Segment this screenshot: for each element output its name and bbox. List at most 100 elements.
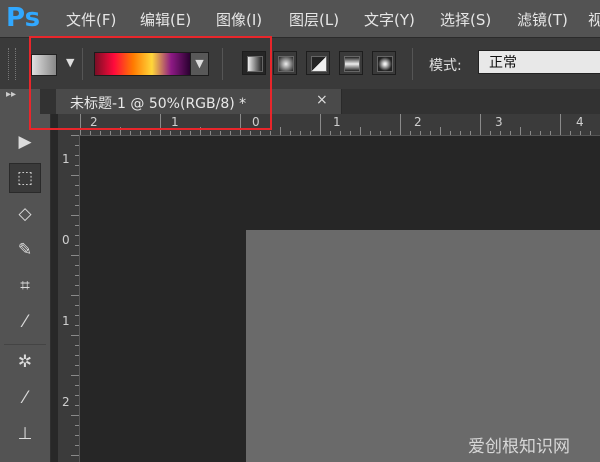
ruler-label: 0: [62, 233, 70, 247]
ruler-label: 4: [576, 115, 584, 129]
ruler-tick: [350, 131, 351, 135]
brush-tool-icon[interactable]: ⁄: [9, 383, 41, 413]
ruler-label: 2: [62, 395, 70, 409]
ruler-tick: [75, 435, 79, 436]
ruler-tick: [75, 235, 79, 236]
mode-label: 模式:: [429, 58, 462, 74]
ruler-tick: [530, 131, 531, 135]
ruler-tick: [560, 114, 561, 135]
ruler-tick: [320, 114, 321, 135]
menu-edit[interactable]: 编辑(E): [140, 9, 191, 30]
ruler-tick: [230, 131, 231, 135]
crop-tool-icon[interactable]: ⌗: [9, 271, 41, 301]
ruler-label: 2: [414, 115, 422, 129]
ruler-tick: [140, 131, 141, 135]
document-canvas[interactable]: [246, 230, 600, 462]
ruler-tick: [71, 255, 79, 256]
watermark: 爱创根知识网: [468, 437, 570, 457]
lasso-tool-icon[interactable]: ◇: [9, 199, 41, 229]
menu-file[interactable]: 文件(F): [66, 9, 116, 30]
ruler-tick: [71, 335, 79, 336]
ruler-tick: [75, 265, 79, 266]
mode-select[interactable]: 正常: [478, 50, 600, 74]
vertical-ruler[interactable]: 1 0 1 2: [58, 135, 80, 462]
tools-panel: ▸▸ ▶ ⬚ ◇ ✎ ⌗ ⁄ ✲ ⁄ ⊥: [0, 89, 51, 462]
ruler-label: 1: [62, 314, 70, 328]
photoshop-logo: Ps: [6, 3, 41, 33]
menu-select[interactable]: 选择(S): [440, 9, 491, 30]
ruler-tick: [410, 131, 411, 135]
ruler-tick: [520, 127, 521, 135]
quick-selection-tool-icon[interactable]: ✎: [9, 235, 41, 265]
ruler-tick: [420, 131, 421, 135]
options-bar-grip[interactable]: [8, 48, 16, 80]
ruler-tick: [130, 131, 131, 135]
ruler-tick: [75, 315, 79, 316]
ruler-tick: [510, 131, 511, 135]
ruler-tick: [75, 365, 79, 366]
ruler-tick: [450, 131, 451, 135]
ruler-tick: [360, 127, 361, 135]
radial-gradient-icon[interactable]: [273, 51, 297, 75]
ruler-tick: [75, 325, 79, 326]
ruler-tick: [75, 225, 79, 226]
ruler-tick: [71, 415, 79, 416]
rectangular-marquee-tool-icon[interactable]: ⬚: [9, 163, 41, 193]
ruler-tick: [75, 145, 79, 146]
ruler-tick: [210, 131, 211, 135]
angle-gradient-icon[interactable]: [306, 51, 330, 75]
ruler-tick: [370, 131, 371, 135]
ruler-tick: [75, 355, 79, 356]
close-icon[interactable]: ×: [316, 92, 328, 108]
options-divider: [412, 48, 413, 80]
ruler-tick: [190, 131, 191, 135]
ruler-tick: [75, 425, 79, 426]
menu-image[interactable]: 图像(I): [216, 9, 262, 30]
menu-filter[interactable]: 滤镜(T): [517, 9, 568, 30]
ruler-tick: [330, 131, 331, 135]
ruler-tick: [75, 195, 79, 196]
ruler-tick: [390, 131, 391, 135]
collapse-panel-icon[interactable]: ▸▸: [6, 89, 16, 100]
ruler-tick: [490, 131, 491, 135]
reflected-gradient-icon[interactable]: [339, 51, 363, 75]
eyedropper-tool-icon[interactable]: ⁄: [9, 307, 41, 337]
ruler-label: 1: [333, 115, 341, 129]
ruler-tick: [430, 131, 431, 135]
ruler-tick: [150, 131, 151, 135]
spot-healing-tool-icon[interactable]: ✲: [9, 347, 41, 377]
ruler-tick: [75, 345, 79, 346]
menu-layer[interactable]: 图层(L): [289, 9, 339, 30]
ruler-tick: [71, 295, 79, 296]
toolbar-divider: [4, 344, 46, 345]
ruler-tick: [90, 131, 91, 135]
ruler-tick: [540, 131, 541, 135]
ruler-tick: [300, 131, 301, 135]
ruler-tick: [75, 395, 79, 396]
ruler-label: 3: [495, 115, 503, 129]
ruler-tick: [470, 131, 471, 135]
ruler-tick: [270, 131, 271, 135]
ruler-tick: [590, 131, 591, 135]
highlight-box: [29, 36, 272, 130]
ruler-tick: [100, 131, 101, 135]
menu-view[interactable]: 视: [588, 9, 600, 30]
ruler-tick: [180, 131, 181, 135]
menu-type[interactable]: 文字(Y): [364, 9, 415, 30]
ruler-tick: [580, 131, 581, 135]
ruler-tick: [220, 131, 221, 135]
ruler-tick: [170, 131, 171, 135]
move-tool-icon[interactable]: ▶: [9, 127, 41, 157]
ruler-tick: [110, 131, 111, 135]
ruler-tick: [75, 405, 79, 406]
menu-bar: Ps 文件(F) 编辑(E) 图像(I) 图层(L) 文字(Y) 选择(S) 滤…: [0, 0, 600, 37]
clone-stamp-tool-icon[interactable]: ⊥: [9, 419, 41, 449]
ruler-tick: [75, 155, 79, 156]
diamond-gradient-icon[interactable]: [372, 51, 396, 75]
ruler-tick: [75, 205, 79, 206]
ruler-tick: [75, 385, 79, 386]
ruler-tick: [75, 245, 79, 246]
ruler-tick: [280, 127, 281, 135]
ruler-tick: [250, 131, 251, 135]
ruler-tick: [310, 131, 311, 135]
